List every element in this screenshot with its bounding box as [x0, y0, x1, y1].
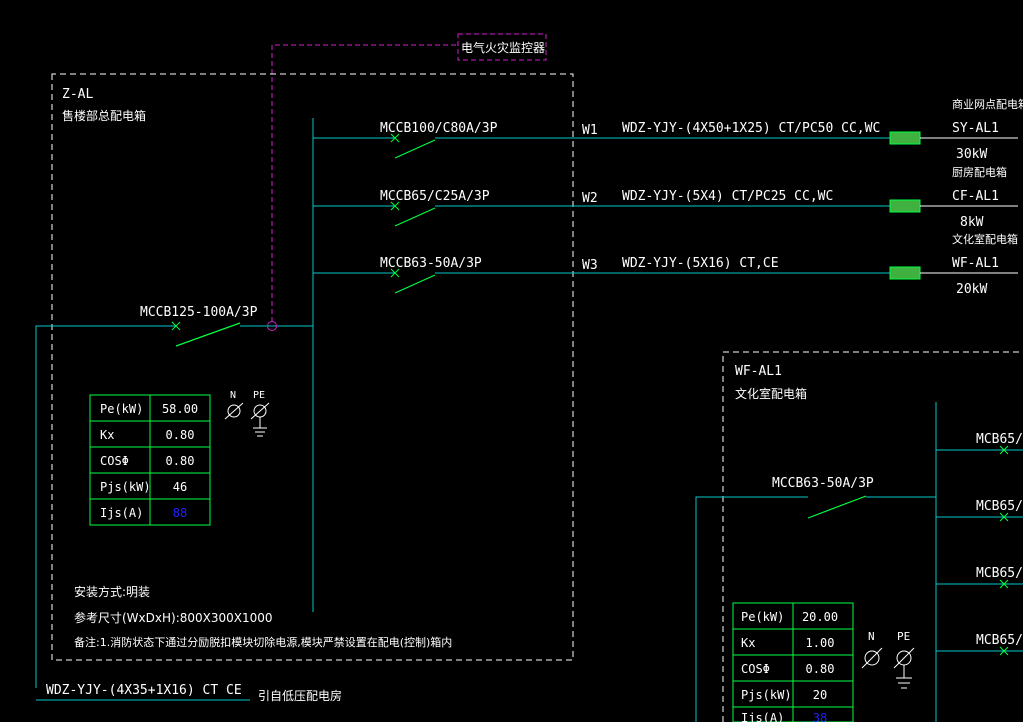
wf-pe-label: PE	[897, 630, 910, 643]
wf-outgoing-2: MCB65/	[936, 499, 1023, 522]
wf-out-1-breaker-label: MCB65/	[976, 432, 1023, 447]
main-table-value-kx: 0.80	[166, 428, 195, 442]
feeder-w2-breaker-symbol	[390, 201, 436, 227]
feeder-w3: MCCB63-50A/3P W3 WDZ-YJY-(5X16) CT,CE 文化…	[313, 232, 1018, 297]
wf-table-value-ijs: 38	[813, 711, 827, 722]
main-table-label-pe: Pe(kW)	[100, 402, 143, 416]
wf-table-value-cos: 0.80	[806, 662, 835, 676]
wf-incoming-breaker-symbol	[807, 495, 867, 519]
feeder-w1: MCCB100/C80A/3P W1 WDZ-YJY-(4X50+1X25) C…	[313, 97, 1023, 162]
wf-incoming-breaker-label: MCCB63-50A/3P	[772, 476, 874, 491]
feeder-w1-dest-code: SY-AL1	[952, 121, 999, 136]
main-n-label: N	[230, 390, 236, 401]
main-table-value-ijs: 88	[173, 506, 187, 520]
wf-table-label-pe: Pe(kW)	[741, 610, 784, 624]
panel-main-load-table: Pe(kW) 58.00 Kx 0.80 COSΦ 0.80 Pjs(kW) 4…	[89, 394, 211, 526]
incoming-breaker-symbol	[171, 321, 241, 347]
panel-main-ref-size: 参考尺寸(WxDxH):800X300X1000	[74, 610, 273, 625]
feeder-w1-circuit-label: W1	[582, 123, 598, 138]
wf-n-label: N	[868, 630, 875, 643]
main-table-label-ijs: Ijs(A)	[100, 506, 143, 520]
wf-table-label-kx: Kx	[741, 636, 755, 650]
feeder-w2-cable-label: WDZ-YJY-(5X4) CT/PC25 CC,WC	[622, 189, 833, 204]
wf-table-value-pe: 20.00	[802, 610, 838, 624]
feeder-w3-dest-name: 文化室配电箱	[952, 232, 1018, 246]
wf-outgoing-1: MCB65/	[936, 432, 1023, 455]
feeder-w1-terminal-icon	[889, 131, 921, 145]
fire-monitor-label: 电气火灾监控器	[461, 40, 545, 55]
wf-table-label-cos: COSΦ	[741, 662, 770, 676]
panel-main-n-pe-terminals: N PE	[224, 390, 270, 437]
feeder-w3-cable-label: WDZ-YJY-(5X16) CT,CE	[622, 256, 779, 271]
feeder-w3-breaker-symbol	[390, 268, 436, 294]
feeder-w2-circuit-label: W2	[582, 191, 598, 206]
main-pe-label: PE	[253, 390, 265, 401]
feeder-w3-dest-code: WF-AL1	[952, 256, 999, 271]
feeder-w2: MCCB65/C25A/3P W2 WDZ-YJY-(5X4) CT/PC25 …	[313, 165, 1018, 230]
feeder-w1-cable-label: WDZ-YJY-(4X50+1X25) CT/PC50 CC,WC	[622, 121, 880, 136]
feeder-w1-power: 30kW	[956, 147, 987, 162]
panel-main-name: 售楼部总配电箱	[62, 108, 146, 123]
wf-outgoing-3: MCB65/	[936, 566, 1023, 589]
feeder-w1-breaker-label: MCCB100/C80A/3P	[380, 121, 498, 136]
panel-wf-n-pe-terminals: N PE	[861, 630, 915, 689]
feeder-w3-power: 20kW	[956, 282, 987, 297]
wf-table-label-ijs: Ijs(A)	[741, 711, 784, 722]
main-table-value-cos: 0.80	[166, 454, 195, 468]
panel-wf-load-table: Pe(kW) 20.00 Kx 1.00 COSΦ 0.80 Pjs(kW) 2…	[732, 602, 854, 722]
incoming-source-label: 引自低压配电房	[258, 688, 342, 703]
feeder-w2-dest-name: 厨房配电箱	[952, 165, 1007, 179]
panel-main-code: Z-AL	[62, 87, 93, 102]
wf-table-label-pjs: Pjs(kW)	[741, 688, 792, 702]
main-table-label-kx: Kx	[100, 428, 114, 442]
wf-table-value-pjs: 20	[813, 688, 827, 702]
panel-wf-incoming: MCCB63-50A/3P	[695, 476, 936, 722]
feeder-w2-power: 8kW	[960, 215, 984, 230]
cad-drawing: 电气火灾监控器 Z-AL 售楼部总配电箱 MCCB125-100A/3P WDZ…	[35, 33, 1023, 722]
main-table-label-pjs: Pjs(kW)	[100, 480, 151, 494]
panel-main-install-method: 安装方式:明装	[74, 584, 150, 599]
wf-out-4-breaker-label: MCB65/	[976, 633, 1023, 648]
wf-table-value-kx: 1.00	[806, 636, 835, 650]
incoming-breaker-label: MCCB125-100A/3P	[140, 305, 258, 320]
feeder-w2-terminal-icon	[889, 199, 921, 213]
panel-wf-name: 文化室配电箱	[735, 386, 807, 401]
wf-out-2-breaker-label: MCB65/	[976, 499, 1023, 514]
feeder-w3-breaker-label: MCCB63-50A/3P	[380, 256, 482, 271]
main-table-value-pe: 58.00	[162, 402, 198, 416]
panel-wf-code: WF-AL1	[735, 364, 782, 379]
feeder-w1-dest-name: 商业网点配电箱	[952, 97, 1023, 111]
main-table-label-cos: COSΦ	[100, 454, 129, 468]
feeder-w3-terminal-icon	[889, 266, 921, 280]
wf-outgoing-4: MCB65/	[936, 633, 1023, 656]
feeder-w2-breaker-label: MCCB65/C25A/3P	[380, 189, 490, 204]
incoming-cable-label: WDZ-YJY-(4X35+1X16) CT CE	[46, 683, 242, 698]
feeder-w2-dest-code: CF-AL1	[952, 189, 999, 204]
feeder-w1-breaker-symbol	[390, 133, 436, 159]
panel-main-remark: 备注:1.消防状态下通过分励脱扣模块切除电源,模块严禁设置在配电(控制)箱内	[74, 635, 452, 649]
wf-out-3-breaker-label: MCB65/	[976, 566, 1023, 581]
feeder-w3-circuit-label: W3	[582, 258, 598, 273]
main-table-value-pjs: 46	[173, 480, 187, 494]
